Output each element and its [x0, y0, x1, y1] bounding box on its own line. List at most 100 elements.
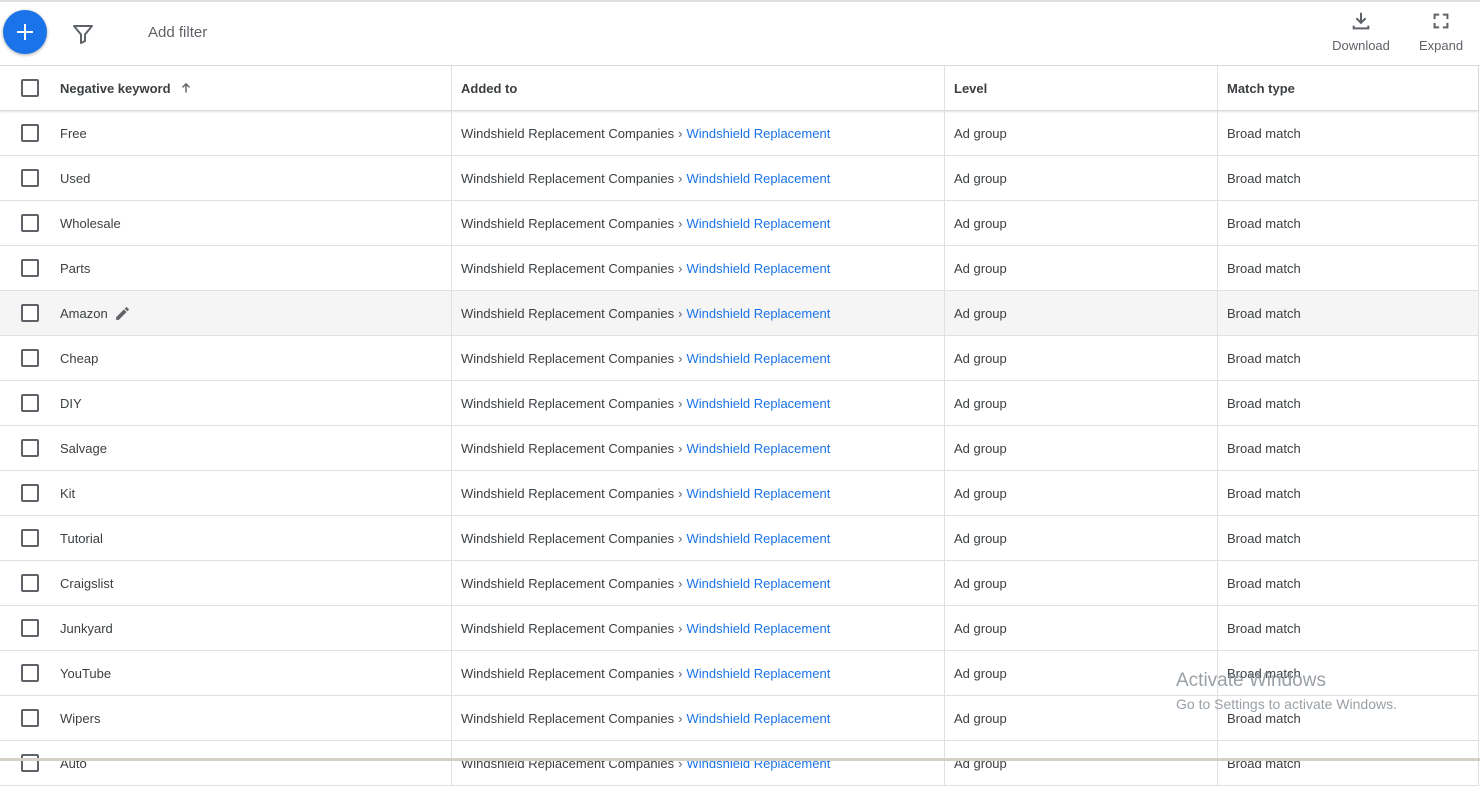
ad-group-link[interactable]: Windshield Replacement [687, 306, 831, 321]
filter-icon[interactable] [71, 22, 95, 46]
keyword-cell: Tutorial [60, 516, 451, 560]
table-row[interactable]: Cheap Windshield Replacement Companies › Wi… [0, 336, 1478, 381]
sort-arrow-up-icon[interactable] [179, 81, 193, 95]
row-checkbox[interactable] [21, 349, 39, 367]
row-select-cell [0, 246, 60, 290]
keyword-cell: Wipers [60, 696, 451, 740]
level-cell: Ad group [944, 246, 1217, 290]
ad-group-link[interactable]: Windshield Replacement [687, 126, 831, 141]
match-type-cell: Broad match [1217, 381, 1478, 425]
row-checkbox[interactable] [21, 709, 39, 727]
table-row[interactable]: Salvage Windshield Replacement Companies ›… [0, 426, 1478, 471]
table-row[interactable]: Junkyard Windshield Replacement Companies… [0, 606, 1478, 651]
added-to-cell: Windshield Replacement Companies › Windshi… [451, 426, 944, 470]
breadcrumb-separator: › [678, 395, 683, 411]
select-all-checkbox[interactable] [21, 79, 39, 97]
keyword-text: Salvage [60, 440, 107, 456]
table-row[interactable]: Wholesale Windshield Replacement Companie… [0, 201, 1478, 246]
table-toolbar: Add filter Download Expand [0, 2, 1480, 66]
table-body: Free Windshield Replacement Companies › Win… [0, 111, 1478, 786]
header-match-type[interactable]: Match type [1217, 66, 1478, 110]
header-negative-keyword[interactable]: Negative keyword [60, 66, 451, 110]
table-row[interactable]: Amazon Windshield Replacement Companies › W… [0, 291, 1478, 336]
level-cell: Ad group [944, 561, 1217, 605]
add-filter-button[interactable]: Add filter [148, 24, 207, 41]
keyword-text: Wipers [60, 710, 101, 726]
header-level-label: Level [954, 80, 988, 96]
row-checkbox[interactable] [21, 664, 39, 682]
row-checkbox[interactable] [21, 574, 39, 592]
row-checkbox[interactable] [21, 124, 39, 142]
header-level[interactable]: Level [944, 66, 1217, 110]
table-row[interactable]: Free Windshield Replacement Companies › Win… [0, 111, 1478, 156]
table-row[interactable]: DIY Windshield Replacement Companies › Wind… [0, 381, 1478, 426]
table-row[interactable]: Tutorial Windshield Replacement Companies… [0, 516, 1478, 561]
keyword-text: Amazon [60, 305, 108, 321]
row-select-cell [0, 651, 60, 695]
match-type-cell: Broad match [1217, 696, 1478, 740]
row-select-cell [0, 381, 60, 425]
match-type-text: Broad match [1227, 395, 1301, 411]
added-to-cell: Windshield Replacement Companies › Windshi… [451, 156, 944, 200]
keyword-text: Cheap [60, 350, 99, 366]
keyword-cell: DIY [60, 381, 451, 425]
ad-group-link[interactable]: Windshield Replacement [687, 666, 831, 681]
row-checkbox[interactable] [21, 619, 39, 637]
ad-group-link[interactable]: Windshield Replacement [687, 171, 831, 186]
added-to-cell: Windshield Replacement Companies › Windshi… [451, 651, 944, 695]
campaign-name: Windshield Replacement Companies [461, 260, 675, 276]
table-row[interactable]: Craigslist Windshield Replacement Compani… [0, 561, 1478, 606]
row-checkbox[interactable] [21, 214, 39, 232]
download-button[interactable]: Download [1328, 10, 1394, 53]
table-row[interactable]: Wipers Windshield Replacement Companies › W… [0, 696, 1478, 741]
edit-pencil-icon[interactable] [114, 305, 131, 322]
keyword-cell: Auto [60, 741, 451, 785]
ad-group-link[interactable]: Windshield Replacement [687, 711, 831, 726]
ad-group-link[interactable]: Windshield Replacement [687, 621, 831, 636]
added-to-cell: Windshield Replacement Companies › Windshi… [451, 246, 944, 290]
match-type-text: Broad match [1227, 620, 1301, 636]
row-checkbox[interactable] [21, 484, 39, 502]
ad-group-link[interactable]: Windshield Replacement [687, 261, 831, 276]
row-checkbox[interactable] [21, 169, 39, 187]
negative-keywords-table: Negative keyword Added to Level Match ty… [0, 66, 1479, 786]
row-checkbox[interactable] [21, 754, 39, 772]
breadcrumb-separator: › [678, 710, 683, 726]
row-checkbox[interactable] [21, 529, 39, 547]
ad-group-link[interactable]: Windshield Replacement [687, 441, 831, 456]
row-checkbox[interactable] [21, 394, 39, 412]
table-row[interactable]: YouTube Windshield Replacement Companies ›… [0, 651, 1478, 696]
ad-group-link[interactable]: Windshield Replacement [687, 531, 831, 546]
ad-group-link[interactable]: Windshield Replacement [687, 486, 831, 501]
table-row[interactable]: Parts Windshield Replacement Companies › Wi… [0, 246, 1478, 291]
keyword-cell: Salvage [60, 426, 451, 470]
table-row[interactable]: Kit Windshield Replacement Companies › Wind… [0, 471, 1478, 516]
ad-group-link[interactable]: Windshield Replacement [687, 576, 831, 591]
table-row[interactable]: Used Windshield Replacement Companies › Win… [0, 156, 1478, 201]
keyword-text: YouTube [60, 665, 112, 681]
row-select-cell [0, 156, 60, 200]
match-type-cell: Broad match [1217, 561, 1478, 605]
breadcrumb-separator: › [678, 125, 683, 141]
ad-group-link[interactable]: Windshield Replacement [687, 351, 831, 366]
keyword-text: Junkyard [60, 620, 113, 636]
level-text: Ad group [954, 440, 1007, 456]
breadcrumb-separator: › [678, 350, 683, 366]
row-checkbox[interactable] [21, 304, 39, 322]
row-select-cell [0, 471, 60, 515]
table-row[interactable]: Auto Windshield Replacement Companies › Win… [0, 741, 1478, 786]
match-type-cell: Broad match [1217, 741, 1478, 785]
keyword-text: Used [60, 170, 91, 186]
match-type-cell: Broad match [1217, 291, 1478, 335]
expand-button[interactable]: Expand [1412, 10, 1470, 53]
download-icon [1352, 12, 1370, 30]
campaign-name: Windshield Replacement Companies [461, 665, 675, 681]
level-text: Ad group [954, 125, 1007, 141]
row-checkbox[interactable] [21, 259, 39, 277]
ad-group-link[interactable]: Windshield Replacement [687, 216, 831, 231]
add-button[interactable] [3, 10, 47, 54]
row-checkbox[interactable] [21, 439, 39, 457]
ad-group-link[interactable]: Windshield Replacement [687, 396, 831, 411]
header-added-to[interactable]: Added to [451, 66, 944, 110]
keyword-cell: YouTube [60, 651, 451, 695]
